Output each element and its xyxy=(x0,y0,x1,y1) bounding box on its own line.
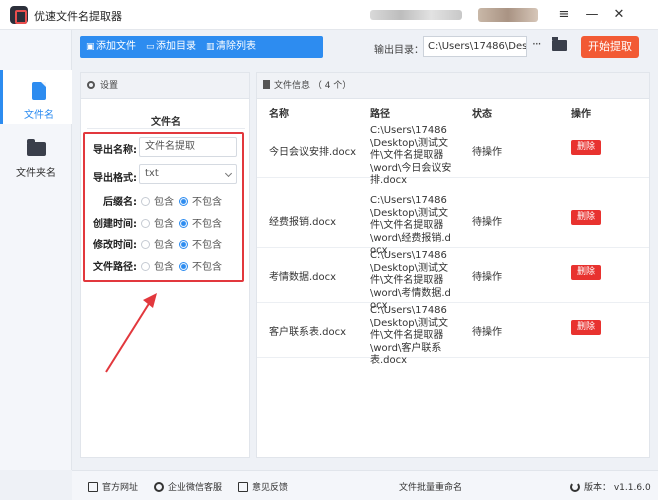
feedback-link[interactable]: 意见反馈 xyxy=(238,480,288,493)
file-info-header: 文件信息 （ 4 个） xyxy=(257,73,649,99)
chat-icon xyxy=(154,482,164,492)
file-info-panel: 文件信息 （ 4 个） 名称 路径 状态 操作 今日会议安排.docx C:\U… xyxy=(256,72,650,458)
feedback-icon xyxy=(238,482,248,492)
table-row[interactable]: 客户联系表.docx C:\Users\17486\Desktop\测试文件\文… xyxy=(257,303,649,366)
website-link[interactable]: 官方网址 xyxy=(88,480,138,493)
delete-button[interactable]: 删除 xyxy=(571,265,601,280)
file-icon xyxy=(263,80,270,89)
file-name: 今日会议安排.docx xyxy=(269,147,357,158)
file-name: 客户联系表.docx xyxy=(269,327,347,338)
version-info[interactable]: 版本： v1.1.6.0 xyxy=(570,480,651,493)
delete-button[interactable]: 删除 xyxy=(571,210,601,225)
file-status: 待操作 xyxy=(472,217,502,228)
file-path: C:\Users\17486\Desktop\测试文件\文件名提取器\word\… xyxy=(370,125,452,186)
file-name: 经费报销.docx xyxy=(269,217,337,228)
column-header-action: 操作 xyxy=(571,109,591,120)
wechat-support-link[interactable]: 企业微信客服 xyxy=(154,480,222,493)
refresh-icon xyxy=(570,482,580,492)
file-status: 待操作 xyxy=(472,272,502,283)
website-icon xyxy=(88,482,98,492)
delete-button[interactable]: 删除 xyxy=(571,140,601,155)
file-status: 待操作 xyxy=(472,327,502,338)
file-name: 考情数据.docx xyxy=(269,272,337,283)
column-header-path: 路径 xyxy=(370,109,390,120)
table-row[interactable]: 今日会议安排.docx C:\Users\17486\Desktop\测试文件\… xyxy=(257,123,649,186)
delete-button[interactable]: 删除 xyxy=(571,320,601,335)
file-status: 待操作 xyxy=(472,147,502,158)
batch-rename-link[interactable]: 文件批量重命名 xyxy=(399,480,462,493)
table-row[interactable]: 经费报销.docx C:\Users\17486\Desktop\测试文件\文件… xyxy=(257,193,649,256)
file-path: C:\Users\17486\Desktop\测试文件\文件名提取器\word\… xyxy=(370,305,448,366)
column-header-name: 名称 xyxy=(269,109,289,120)
table-row[interactable]: 考情数据.docx C:\Users\17486\Desktop\测试文件\文件… xyxy=(257,248,649,311)
column-header-status: 状态 xyxy=(472,109,492,120)
footer: 官方网址 企业微信客服 意见反馈 文件批量重命名 版本： v1.1.6.0 xyxy=(72,470,658,500)
